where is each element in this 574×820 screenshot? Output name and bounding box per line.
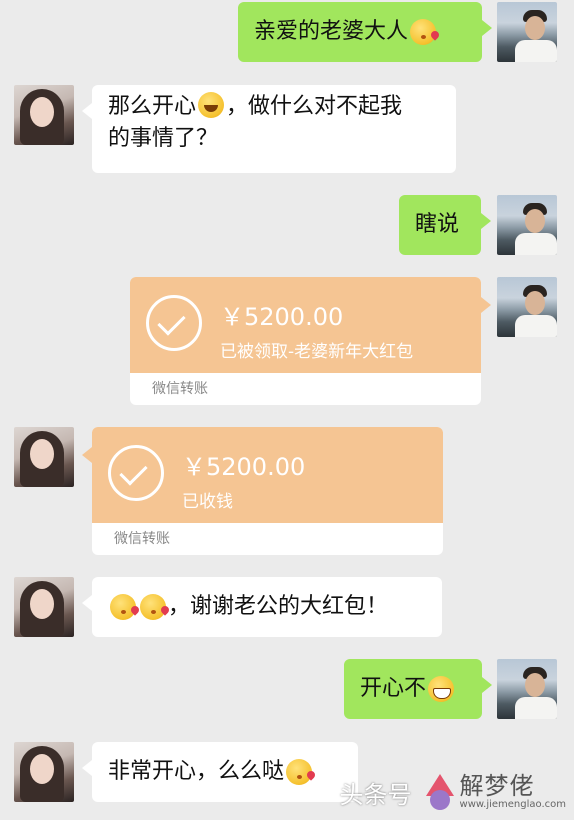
message-text: 那么开心 <box>108 94 197 119</box>
message-text: ，谢谢老公的大红包！ <box>168 594 389 619</box>
transfer-card-sent[interactable]: ￥5200.00 已被领取-老婆新年大红包 微信转账 <box>130 277 491 405</box>
message-text: 开心不 <box>360 676 427 701</box>
transfer-card-received[interactable]: ￥5200.00 已收钱 微信转账 <box>82 427 443 555</box>
message-bubble-sent[interactable]: 瞎说 <box>399 195 491 255</box>
avatar-husband[interactable] <box>497 659 557 719</box>
message-text: 非常开心，么么哒 <box>108 759 285 784</box>
transfer-label: 微信转账 <box>152 381 208 397</box>
check-circle-icon <box>108 445 164 501</box>
transfer-amount: ￥5200.00 <box>182 453 306 481</box>
message-text: ，做什么对不起我 <box>226 94 403 119</box>
avatar-wife[interactable] <box>14 577 74 637</box>
brand-logo-icon <box>420 772 460 812</box>
message-text: 瞎说 <box>415 212 460 237</box>
avatar-husband[interactable] <box>497 2 557 62</box>
kiss-emoji-icon <box>140 594 166 620</box>
avatar-husband[interactable] <box>497 195 557 255</box>
grin-emoji-icon <box>428 676 455 702</box>
kiss-emoji-icon <box>286 759 313 785</box>
check-circle-icon <box>146 295 202 351</box>
smile-emoji-icon <box>198 92 225 118</box>
message-bubble-sent[interactable]: 开心不 <box>344 659 492 719</box>
avatar-wife[interactable] <box>14 85 74 145</box>
avatar-wife[interactable] <box>14 427 74 487</box>
message-bubble-sent[interactable]: 亲爱的老婆大人 <box>238 2 492 62</box>
transfer-note: 已收钱 <box>182 492 233 512</box>
watermark-url: www.jiemenglao.com <box>459 799 566 810</box>
avatar-husband[interactable] <box>497 277 557 337</box>
kiss-emoji-icon <box>410 19 437 45</box>
message-bubble-received[interactable]: 那么开心 ，做什么对不起我 的事情了？ <box>82 85 456 173</box>
kiss-emoji-icon <box>110 594 136 620</box>
transfer-amount: ￥5200.00 <box>220 303 344 331</box>
avatar-wife[interactable] <box>14 742 74 802</box>
watermark-brand: 解梦佬 <box>459 772 535 800</box>
watermark: 头条号 解梦佬 www.jiemenglao.com <box>340 770 566 814</box>
watermark-text: 头条号 <box>339 780 412 809</box>
message-bubble-received[interactable]: 非常开心，么么哒 <box>82 742 358 802</box>
transfer-label: 微信转账 <box>114 531 170 547</box>
message-text: 的事情了？ <box>108 126 219 151</box>
message-bubble-received[interactable]: ，谢谢老公的大红包！ <box>82 577 442 637</box>
message-text: 亲爱的老婆大人 <box>254 19 409 44</box>
transfer-note: 已被领取-老婆新年大红包 <box>220 342 414 362</box>
